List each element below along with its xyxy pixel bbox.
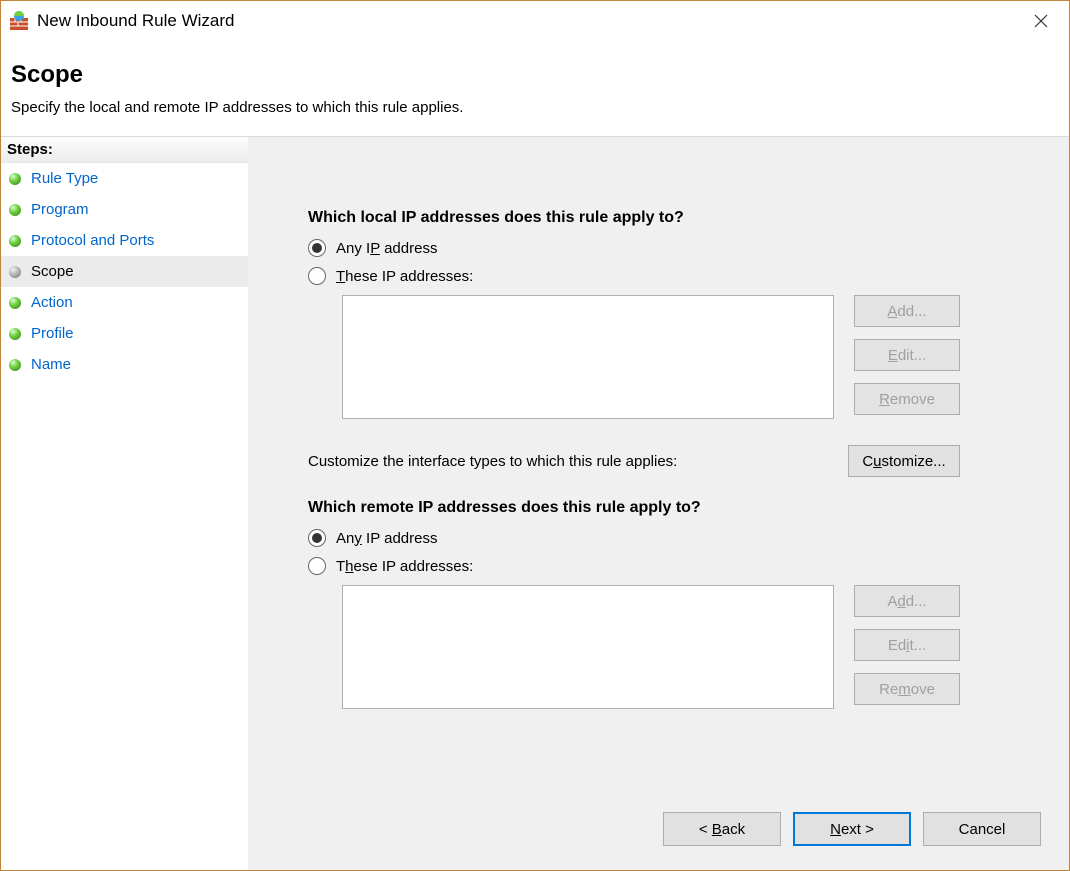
remote-add-button[interactable]: Add... bbox=[854, 585, 960, 617]
step-bullet-icon bbox=[9, 204, 21, 216]
radio-selected-icon bbox=[308, 239, 326, 257]
page-title: Scope bbox=[11, 61, 1059, 89]
step-bullet-icon bbox=[9, 173, 21, 185]
main-panel: Which local IP addresses does this rule … bbox=[248, 137, 1069, 870]
cancel-button[interactable]: Cancel bbox=[923, 812, 1041, 846]
local-ip-block: Add... Edit... Remove bbox=[342, 295, 1045, 419]
step-protocol-and-ports[interactable]: Protocol and Ports bbox=[1, 225, 248, 256]
step-bullet-icon bbox=[9, 297, 21, 309]
wizard-body: Steps: Rule Type Program Protocol and Port… bbox=[1, 137, 1069, 870]
local-ip-list[interactable] bbox=[342, 295, 834, 419]
step-name[interactable]: Name bbox=[1, 349, 248, 380]
step-label: Profile bbox=[31, 325, 74, 342]
nav-buttons: < Back Next > Cancel bbox=[663, 812, 1041, 846]
firewall-icon bbox=[9, 11, 29, 31]
step-label: Action bbox=[31, 294, 73, 311]
local-any-label: Any IP address bbox=[336, 240, 437, 257]
local-remove-button[interactable]: Remove bbox=[854, 383, 960, 415]
remote-these-label: These IP addresses: bbox=[336, 558, 473, 575]
step-bullet-icon bbox=[9, 328, 21, 340]
customize-text: Customize the interface types to which t… bbox=[308, 453, 677, 470]
page-subtitle: Specify the local and remote IP addresse… bbox=[11, 99, 1059, 116]
local-add-button[interactable]: Add... bbox=[854, 295, 960, 327]
steps-sidebar: Steps: Rule Type Program Protocol and Port… bbox=[1, 137, 248, 870]
local-question: Which local IP addresses does this rule … bbox=[308, 209, 1045, 227]
step-bullet-icon bbox=[9, 359, 21, 371]
step-scope[interactable]: Scope bbox=[1, 256, 248, 287]
steps-header: Steps: bbox=[1, 137, 248, 163]
window-title: New Inbound Rule Wizard bbox=[37, 11, 1021, 31]
step-rule-type[interactable]: Rule Type bbox=[1, 163, 248, 194]
step-label: Protocol and Ports bbox=[31, 232, 154, 249]
local-any-radio-row[interactable]: Any IP address bbox=[308, 239, 1045, 257]
remote-ip-list[interactable] bbox=[342, 585, 834, 709]
page-header: Scope Specify the local and remote IP ad… bbox=[1, 41, 1069, 137]
customize-button[interactable]: Customize... bbox=[848, 445, 960, 477]
step-profile[interactable]: Profile bbox=[1, 318, 248, 349]
step-label: Program bbox=[31, 201, 89, 218]
local-edit-button[interactable]: Edit... bbox=[854, 339, 960, 371]
remote-edit-button[interactable]: Edit... bbox=[854, 629, 960, 661]
step-bullet-icon bbox=[9, 266, 21, 278]
local-these-label: These IP addresses: bbox=[336, 268, 473, 285]
close-icon[interactable] bbox=[1021, 6, 1061, 36]
remote-any-radio-row[interactable]: Any IP address bbox=[308, 529, 1045, 547]
step-label: Scope bbox=[31, 263, 74, 280]
titlebar: New Inbound Rule Wizard bbox=[1, 1, 1069, 41]
remote-ip-block: Add... Edit... Remove bbox=[342, 585, 1045, 709]
radio-unselected-icon bbox=[308, 267, 326, 285]
step-label: Rule Type bbox=[31, 170, 98, 187]
next-button[interactable]: Next > bbox=[793, 812, 911, 846]
remote-any-label: Any IP address bbox=[336, 530, 437, 547]
remote-ip-buttons: Add... Edit... Remove bbox=[854, 585, 960, 709]
radio-unselected-icon bbox=[308, 557, 326, 575]
local-these-radio-row[interactable]: These IP addresses: bbox=[308, 267, 1045, 285]
back-button[interactable]: < Back bbox=[663, 812, 781, 846]
wizard-window: New Inbound Rule Wizard Scope Specify th… bbox=[0, 0, 1070, 871]
remote-remove-button[interactable]: Remove bbox=[854, 673, 960, 705]
remote-question: Which remote IP addresses does this rule… bbox=[308, 499, 1045, 517]
customize-row: Customize the interface types to which t… bbox=[308, 445, 962, 477]
step-label: Name bbox=[31, 356, 71, 373]
remote-these-radio-row[interactable]: These IP addresses: bbox=[308, 557, 1045, 575]
step-program[interactable]: Program bbox=[1, 194, 248, 225]
step-action[interactable]: Action bbox=[1, 287, 248, 318]
local-ip-buttons: Add... Edit... Remove bbox=[854, 295, 960, 419]
step-bullet-icon bbox=[9, 235, 21, 247]
radio-selected-icon bbox=[308, 529, 326, 547]
